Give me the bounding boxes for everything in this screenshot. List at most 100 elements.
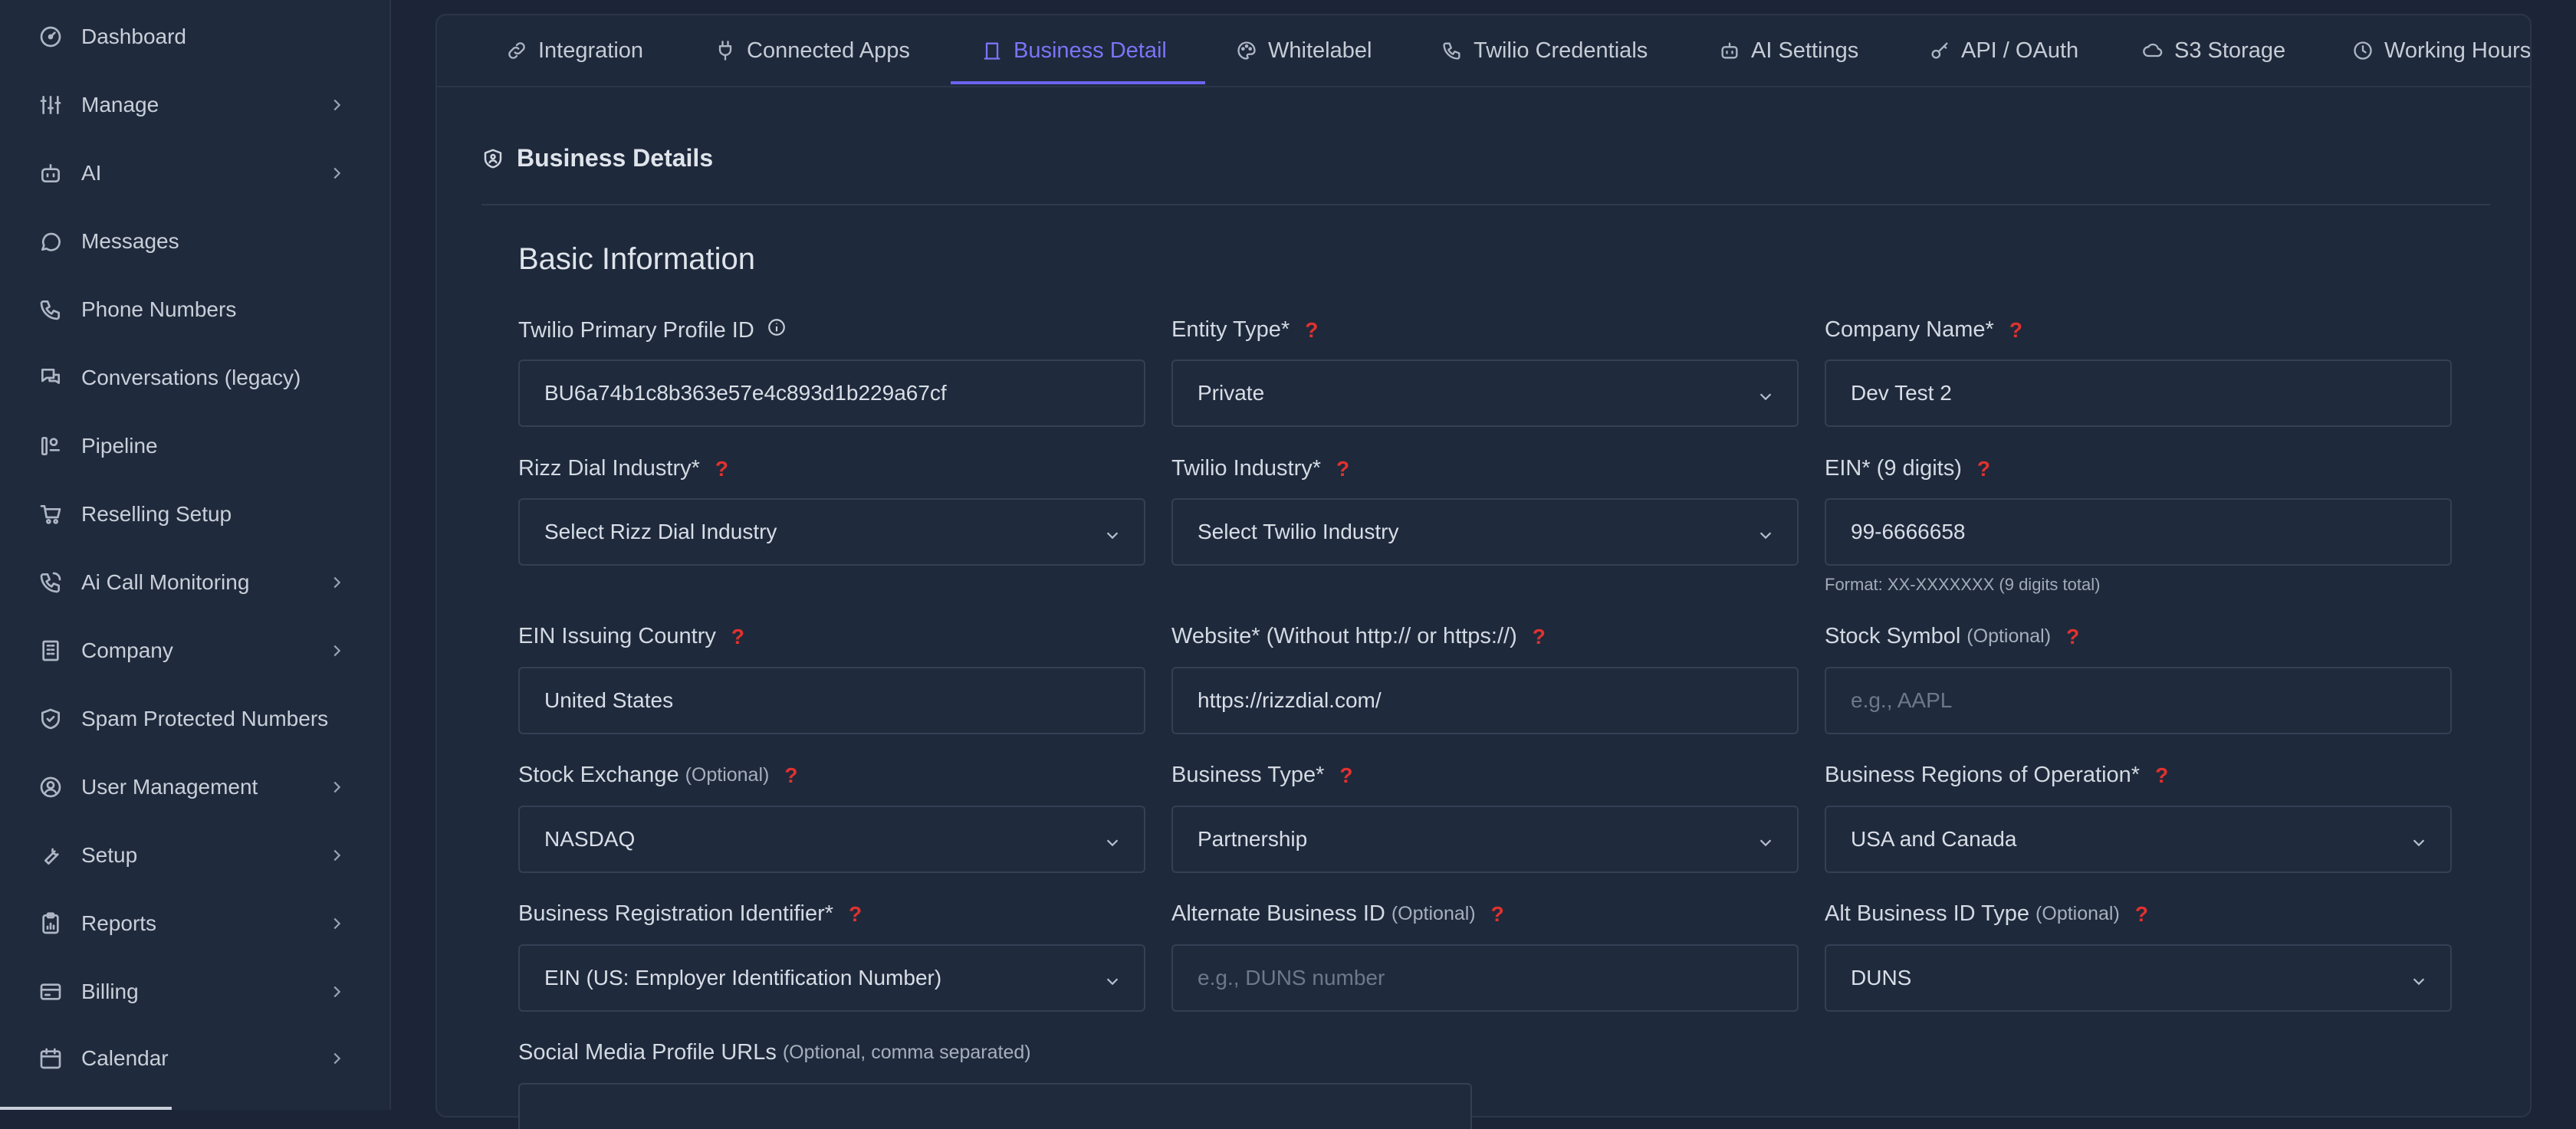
sidebar-item-label: Setup: [81, 843, 138, 867]
sidebar-item-label: Ai Call Monitoring: [81, 570, 250, 594]
sidebar: Dashboard Manage AI Messages Phone Numbe…: [0, 0, 391, 1110]
tab-label: AI Settings: [1751, 38, 1859, 63]
info-icon[interactable]: [754, 317, 787, 343]
social-media-field[interactable]: [518, 1083, 1472, 1129]
sidebar-item-phone-numbers[interactable]: Phone Numbers: [0, 283, 389, 336]
gauge-icon: [37, 23, 64, 51]
sidebar-item-setup[interactable]: Setup: [0, 829, 389, 882]
tab-api-oauth[interactable]: API / OAuth: [1929, 15, 2078, 86]
entity-type-select[interactable]: Private: [1171, 359, 1799, 427]
ein-country-field[interactable]: United States: [518, 667, 1145, 734]
tab-s3-storage[interactable]: S3 Storage: [2142, 15, 2285, 86]
sidebar-item-label: Reselling Setup: [81, 502, 232, 526]
chevron-down-icon: [1757, 386, 1774, 402]
stock-symbol-field[interactable]: [1825, 667, 2452, 734]
sidebar-item-label: AI: [81, 161, 102, 185]
sidebar-item-company[interactable]: Company: [0, 624, 389, 678]
sidebar-item-dashboard[interactable]: Dashboard: [0, 10, 389, 64]
sidebar-item-label: Billing: [81, 980, 139, 1003]
alt-business-id-type-select[interactable]: DUNS: [1825, 944, 2452, 1012]
link-icon: [508, 42, 525, 59]
business-type-select[interactable]: Partnership: [1171, 806, 1799, 873]
sidebar-item-ai-call-monitoring[interactable]: Ai Call Monitoring: [0, 556, 389, 609]
help-icon[interactable]: ?: [1339, 763, 1352, 788]
sidebar-item-calendar[interactable]: Calendar: [0, 1032, 389, 1085]
help-icon[interactable]: ?: [2009, 318, 2022, 343]
user-circle-icon: [37, 773, 64, 801]
sidebar-item-label: Conversations (legacy): [81, 366, 301, 389]
help-icon[interactable]: ?: [784, 763, 797, 788]
tab-connected-apps[interactable]: Connected Apps: [715, 15, 910, 86]
help-icon[interactable]: ?: [2155, 763, 2168, 788]
sidebar-item-manage[interactable]: Manage: [0, 78, 389, 132]
tab-twilio-credentials[interactable]: Twilio Credentials: [1441, 15, 1648, 86]
tab-ai-settings[interactable]: AI Settings: [1719, 15, 1858, 86]
sidebar-item-label: Pipeline: [81, 434, 158, 458]
chevron-down-icon: [1104, 524, 1121, 541]
sidebar-item-billing[interactable]: Billing: [0, 965, 389, 1019]
registration-identifier-select[interactable]: EIN (US: Employer Identification Number): [518, 944, 1145, 1012]
twilio-profile-id-field[interactable]: BU6a74b1c8b363e57e4c893d1b229a67cf: [518, 359, 1145, 427]
help-icon[interactable]: ?: [1305, 318, 1318, 343]
help-icon[interactable]: ?: [1336, 457, 1349, 481]
alt-business-id-field[interactable]: [1171, 944, 1799, 1012]
help-icon[interactable]: ?: [1977, 457, 1990, 481]
sliders-icon: [37, 91, 64, 119]
chevron-right-icon: [328, 97, 345, 113]
key-icon: [1931, 42, 1948, 59]
sidebar-item-user-management[interactable]: User Management: [0, 760, 389, 814]
business-regions-label: Business Regions of Operation* ?: [1825, 763, 2169, 788]
plug-icon: [718, 41, 732, 61]
twilio-industry-select[interactable]: Select Twilio Industry: [1171, 498, 1799, 566]
stock-symbol-input[interactable]: [1851, 688, 2418, 713]
credit-card-icon: [37, 978, 64, 1006]
tab-working-hours[interactable]: Working Hours: [2352, 15, 2530, 86]
sidebar-item-messages[interactable]: Messages: [0, 215, 389, 268]
help-icon[interactable]: ?: [715, 457, 728, 481]
ein-country-label: EIN Issuing Country ?: [518, 624, 744, 649]
twilio-profile-id-label: Twilio Primary Profile ID: [518, 317, 787, 343]
business-regions-select[interactable]: USA and Canada: [1825, 806, 2452, 873]
website-field[interactable]: https://rizzdial.com/: [1171, 667, 1799, 734]
sidebar-item-pipeline[interactable]: Pipeline: [0, 419, 389, 473]
help-icon[interactable]: ?: [849, 902, 862, 927]
sidebar-item-label: Manage: [81, 93, 159, 117]
ein-field[interactable]: 99-6666658: [1825, 498, 2452, 566]
sidebar-item-label: User Management: [81, 775, 258, 799]
cart-icon: [37, 501, 64, 528]
sidebar-item-conversations[interactable]: Conversations (legacy): [0, 351, 389, 405]
sidebar-item-reports[interactable]: Reports: [0, 897, 389, 950]
section-title: Business Details: [517, 144, 714, 172]
sidebar-item-ai[interactable]: AI: [0, 146, 389, 200]
tab-label: Whitelabel: [1268, 38, 1372, 63]
bot-icon: [1721, 42, 1738, 59]
clock-icon: [2354, 41, 2372, 60]
registration-identifier-label: Business Registration Identifier* ?: [518, 901, 863, 927]
rizz-industry-select[interactable]: Select Rizz Dial Industry: [518, 498, 1145, 566]
website-label: Website* (Without http:// or https://) ?: [1171, 624, 1546, 649]
shield-check-icon: [37, 705, 64, 733]
sidebar-item-spam-protected-numbers[interactable]: Spam Protected Numbers: [0, 692, 389, 746]
business-type-label: Business Type* ?: [1171, 763, 1353, 788]
chevron-right-icon: [328, 915, 345, 932]
help-icon[interactable]: ?: [1491, 902, 1504, 927]
stock-exchange-select[interactable]: NASDAQ: [518, 806, 1145, 873]
help-icon[interactable]: ?: [2135, 902, 2148, 927]
shield-user-icon: [484, 149, 502, 168]
help-icon[interactable]: ?: [1533, 625, 1546, 649]
alt-business-id-input[interactable]: [1198, 966, 1765, 990]
chevron-down-icon: [2410, 970, 2427, 987]
tab-whitelabel[interactable]: Whitelabel: [1236, 15, 1372, 86]
help-icon[interactable]: ?: [2066, 625, 2079, 649]
sidebar-item-reselling-setup[interactable]: Reselling Setup: [0, 487, 389, 541]
section-divider: [481, 204, 2490, 205]
chevron-down-icon: [1104, 970, 1121, 987]
tab-business-detail[interactable]: Business Detail: [981, 15, 1167, 86]
wrench-icon: [37, 842, 64, 869]
active-tab-indicator: [951, 81, 1205, 84]
chevron-down-icon: [1104, 832, 1121, 848]
tab-integration[interactable]: Integration: [506, 15, 643, 86]
palette-icon: [1237, 41, 1256, 60]
help-icon[interactable]: ?: [731, 625, 744, 649]
company-name-field[interactable]: Dev Test 2: [1825, 359, 2452, 427]
